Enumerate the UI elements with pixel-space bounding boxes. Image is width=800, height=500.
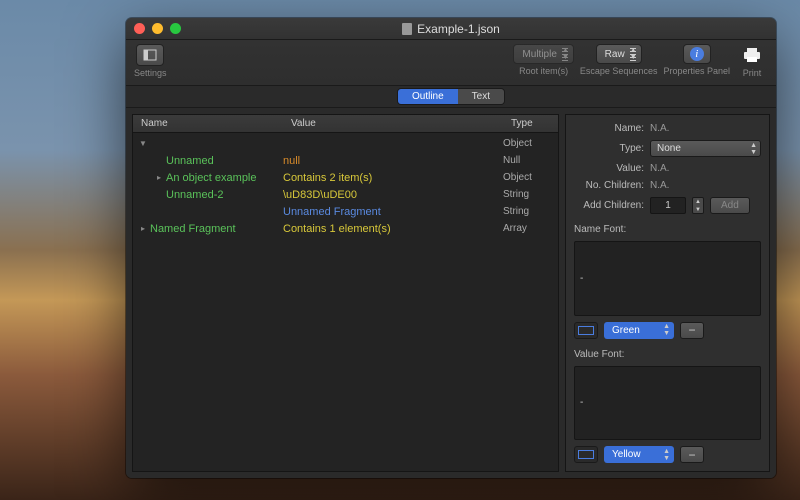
minimize-window-button[interactable] [152,23,163,34]
prop-value-label: Value: [574,163,644,174]
node-name: Named Fragment [150,223,236,235]
tree-row[interactable]: ▼ Object [133,135,558,152]
app-window: Example-1.json Settings Multiple ▲▼ Root… [126,18,776,478]
escape-sequences-dropdown[interactable]: Raw ▲▼ [596,44,642,64]
col-name-header[interactable]: Name [133,115,283,132]
col-type-header[interactable]: Type [503,115,558,132]
tree-row[interactable]: Unnamed-2 \uD83D\uDE00String [133,186,558,203]
prop-name-value: N.A. [650,123,761,134]
name-font-minus-button[interactable]: − [680,322,704,339]
prop-name-label: Name: [574,123,644,134]
node-value: Contains 2 item(s) [283,172,503,184]
value-font-swatch[interactable] [574,446,598,463]
traffic-lights [134,23,181,34]
zoom-window-button[interactable] [170,23,181,34]
settings-button[interactable] [136,44,164,66]
tree-row[interactable]: Unnamed FragmentString [133,203,558,220]
node-value: Contains 1 element(s) [283,223,503,235]
name-font-color-select[interactable]: Green ▲▼ [604,322,674,339]
add-children-stepper[interactable]: ▲▼ [692,197,704,214]
node-type: String [503,206,558,217]
dropdown-arrows-icon: ▲▼ [750,142,757,156]
dropdown-arrows-icon: ▲▼ [663,448,670,462]
node-type: String [503,189,558,200]
window-title: Example-1.json [126,22,776,36]
tree-body[interactable]: ▼ObjectUnnamednullNull▸An object example… [133,133,558,471]
tabbar: Outline Text [126,86,776,108]
prop-value-value: N.A. [650,163,761,174]
properties-panel-button[interactable]: i [683,44,711,64]
col-value-header[interactable]: Value [283,115,503,132]
settings-label: Settings [134,68,167,78]
outline-tree-panel: Name Value Type ▼ObjectUnnamednullNull▸A… [132,114,559,472]
prop-nochildren-label: No. Children: [574,180,644,191]
add-children-input[interactable]: 1 [650,197,686,214]
root-items-dropdown[interactable]: Multiple ▲▼ [513,44,573,64]
node-value: \uD83D\uDE00 [283,189,503,201]
titlebar: Example-1.json [126,18,776,40]
print-button[interactable] [736,44,768,66]
view-tabs: Outline Text [397,88,505,105]
value-font-section-label: Value Font: [574,349,761,360]
tree-header: Name Value Type [133,115,558,133]
prop-type-select[interactable]: None ▲▼ [650,140,761,157]
properties-panel-label: Properties Panel [663,66,730,76]
content-area: Name Value Type ▼ObjectUnnamednullNull▸A… [126,108,776,478]
node-type: Object [503,138,558,149]
name-font-section-label: Name Font: [574,224,761,235]
printer-icon [742,47,762,63]
tree-row[interactable]: ▸Named Fragment Contains 1 element(s)Arra… [133,220,558,237]
prop-nochildren-value: N.A. [650,180,761,191]
value-font-minus-button[interactable]: − [680,446,704,463]
toolbar: Settings Multiple ▲▼ Root item(s) Raw ▲▼… [126,40,776,86]
node-name: An object example [166,172,257,184]
tab-text[interactable]: Text [458,89,504,104]
name-font-swatch[interactable] [574,322,598,339]
node-value: Unnamed Fragment [283,206,503,218]
window-title-text: Example-1.json [417,22,500,36]
properties-panel: Name: N.A. Type: None ▲▼ Value: N.A. No.… [565,114,770,472]
node-name: Unnamed [166,155,214,167]
dropdown-arrows-icon: ▲▼ [630,47,637,61]
disclosure-triangle-icon[interactable]: ▸ [139,224,147,233]
node-value: null [283,155,503,167]
prop-addchildren-label: Add Children: [574,200,644,211]
document-icon [402,23,412,35]
panel-icon [143,48,157,62]
node-type: Object [503,172,558,183]
dropdown-arrows-icon: ▲▼ [663,323,670,337]
disclosure-triangle-icon[interactable]: ▸ [155,173,163,182]
prop-type-label: Type: [574,143,644,154]
escape-sequences-label: Escape Sequences [580,66,658,76]
close-window-button[interactable] [134,23,145,34]
dropdown-arrows-icon: ▲▼ [562,47,569,61]
node-name: Unnamed-2 [166,189,223,201]
disclosure-triangle-icon[interactable]: ▼ [139,139,147,148]
tree-row[interactable]: ▸An object example Contains 2 item(s)Obje… [133,169,558,186]
node-type: Array [503,223,558,234]
value-font-color-select[interactable]: Yellow ▲▼ [604,446,674,463]
value-font-style-input[interactable]: - [574,366,761,441]
node-type: Null [503,155,558,166]
tree-row[interactable]: Unnamed nullNull [133,152,558,169]
tab-outline[interactable]: Outline [398,89,458,104]
print-label: Print [743,68,762,78]
name-font-style-input[interactable]: - [574,241,761,316]
root-items-label: Root item(s) [519,66,568,76]
info-icon: i [690,47,704,61]
add-button[interactable]: Add [710,197,750,214]
